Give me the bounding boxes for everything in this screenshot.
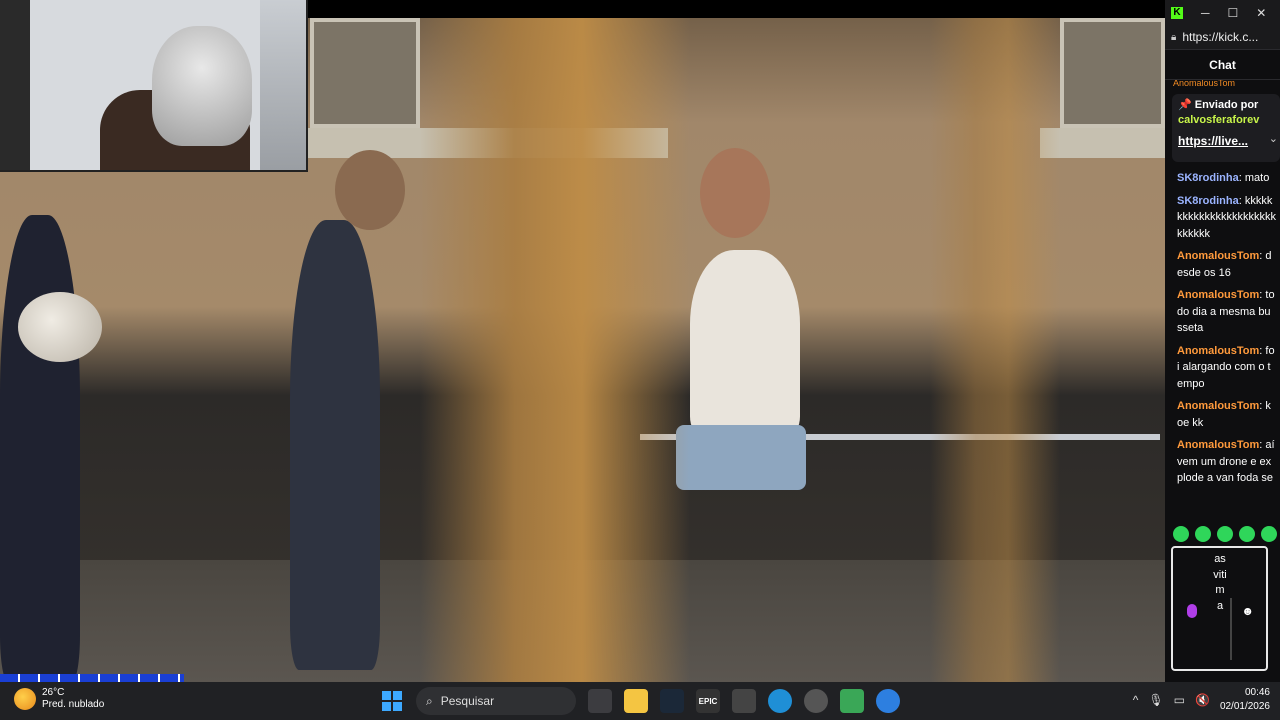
emote-icon[interactable] (1173, 526, 1189, 542)
weather-sun-icon (14, 688, 36, 710)
stream-brand-strip (0, 674, 184, 682)
chat-message: AnomalousTom: desde os 16 (1177, 250, 1272, 279)
chat-username[interactable]: AnomalousTom (1177, 289, 1259, 301)
emote-icon[interactable] (1261, 526, 1277, 542)
taskbar-apps: ⌕ Pesquisar EPIC (380, 687, 900, 715)
emote-icon[interactable] (1217, 526, 1233, 542)
background-window (310, 18, 420, 128)
chat-input-text: asvitima (1213, 553, 1227, 613)
pinned-link[interactable]: https://live... (1178, 134, 1274, 148)
app-icon[interactable] (732, 689, 756, 713)
chat-input[interactable]: asvitima ☻ (1171, 546, 1268, 671)
edge-icon[interactable] (768, 689, 792, 713)
weather-widget[interactable]: 26°C Pred. nublado (14, 687, 104, 711)
clock-date: 02/01/2026 (1219, 701, 1270, 712)
clock[interactable]: 00:46 02/01/2026 (1220, 686, 1270, 714)
android-icon[interactable] (840, 689, 864, 713)
foreground-pillar (930, 18, 1060, 682)
taskbar-search[interactable]: ⌕ Pesquisar (416, 687, 576, 715)
url-text: https://kick.c... (1182, 30, 1259, 44)
close-button[interactable]: ✕ (1256, 7, 1266, 19)
webcam-dark-edge (0, 0, 30, 170)
epic-games-icon[interactable]: EPIC (696, 689, 720, 713)
app-icon[interactable] (804, 689, 828, 713)
person-girl-shorts (676, 425, 806, 490)
minimize-button[interactable]: ─ (1201, 7, 1210, 19)
window-titlebar: K ─ ☐ ✕ (1165, 0, 1280, 25)
chat-window: K ─ ☐ ✕ 🔒︎ https://kick.c... Chat Anomal… (1165, 0, 1280, 682)
video-top-bar (308, 0, 1165, 18)
clock-time: 00:46 (1244, 687, 1270, 698)
person-girl-top (690, 250, 800, 435)
chat-message: SK8rodinha: mato (1177, 172, 1270, 184)
person-girl-head (700, 148, 770, 238)
taskbar: 26°C Pred. nublado ⌕ Pesquisar EPIC ^ 🎙 … (0, 682, 1280, 720)
person-man (290, 220, 380, 670)
windows-start-icon[interactable] (380, 689, 404, 713)
background-window (1060, 18, 1165, 128)
pinned-cut-text: AnomalousTom (1173, 80, 1236, 88)
webcam-person-head (152, 26, 252, 146)
chat-title: Chat (1165, 50, 1280, 80)
speaker-muted-icon[interactable]: 🔇 (1195, 693, 1210, 707)
chat-username[interactable]: AnomalousTom (1177, 439, 1259, 451)
pinned-label: 📌 Enviado por (1178, 99, 1259, 111)
chevron-down-icon[interactable]: ⌄ (1269, 132, 1278, 145)
emote-icon[interactable] (1239, 526, 1255, 542)
chat-username[interactable]: AnomalousTom (1177, 400, 1259, 412)
pinned-user[interactable]: calvosferaforev (1178, 114, 1274, 126)
chat-message: AnomalousTom: todo dia a mesma busseta (1177, 289, 1275, 334)
chat-username[interactable]: SK8rodinha (1177, 172, 1239, 184)
emoji-icon[interactable]: ☻ (1241, 604, 1254, 618)
system-tray: ^ 🎙 ▭ 🔇 00:46 02/01/2026 (1133, 686, 1270, 714)
chat-message: AnomalousTom: foi alargando com o tempo (1177, 344, 1275, 390)
person-man-head (335, 150, 405, 230)
maximize-button[interactable]: ☐ (1228, 7, 1239, 19)
chat-text: mato (1244, 172, 1270, 184)
input-scrollbar[interactable] (1230, 598, 1232, 660)
search-icon: ⌕ (426, 693, 433, 708)
webcam-overlay (0, 0, 308, 172)
emote-bar (1173, 526, 1277, 542)
emote-icon[interactable] (1195, 526, 1211, 542)
task-view-icon[interactable] (588, 689, 612, 713)
chat-username[interactable]: AnomalousTom (1177, 345, 1259, 357)
foreground-pillar (420, 18, 690, 682)
file-explorer-icon[interactable] (624, 689, 648, 713)
mic-icon[interactable] (1187, 604, 1197, 618)
network-icon[interactable]: ▭ (1174, 693, 1185, 707)
chat-message: AnomalousTom: koe kk (1177, 400, 1271, 429)
chat-username[interactable]: AnomalousTom (1177, 250, 1259, 262)
person-left (0, 215, 80, 682)
address-bar[interactable]: 🔒︎ https://kick.c... (1165, 25, 1280, 50)
chat-messages: SK8rodinha: mato SK8rodinha: kkkkkkkkkkk… (1165, 162, 1280, 487)
browser-icon[interactable] (876, 689, 900, 713)
chat-username[interactable]: SK8rodinha (1177, 195, 1239, 207)
ball (18, 292, 102, 362)
lock-icon: 🔒︎ (1171, 31, 1177, 43)
pinned-message[interactable]: 📌 Enviado por calvosferaforev https://li… (1172, 94, 1280, 162)
weather-temp: 26°C (42, 687, 65, 698)
chat-message: AnomalousTom: aí vem um drone e explode … (1177, 439, 1275, 484)
chevron-up-icon[interactable]: ^ (1133, 693, 1139, 707)
chat-message: SK8rodinha: kkkkkkkkkkkkkkkkkkkkkkkkkkkk… (1177, 194, 1276, 240)
kick-logo-icon: K (1171, 6, 1183, 19)
mic-icon[interactable]: 🎙 (1148, 693, 1163, 707)
steam-icon[interactable] (660, 689, 684, 713)
weather-desc: Pred. nublado (42, 699, 105, 710)
search-placeholder: Pesquisar (440, 694, 495, 708)
